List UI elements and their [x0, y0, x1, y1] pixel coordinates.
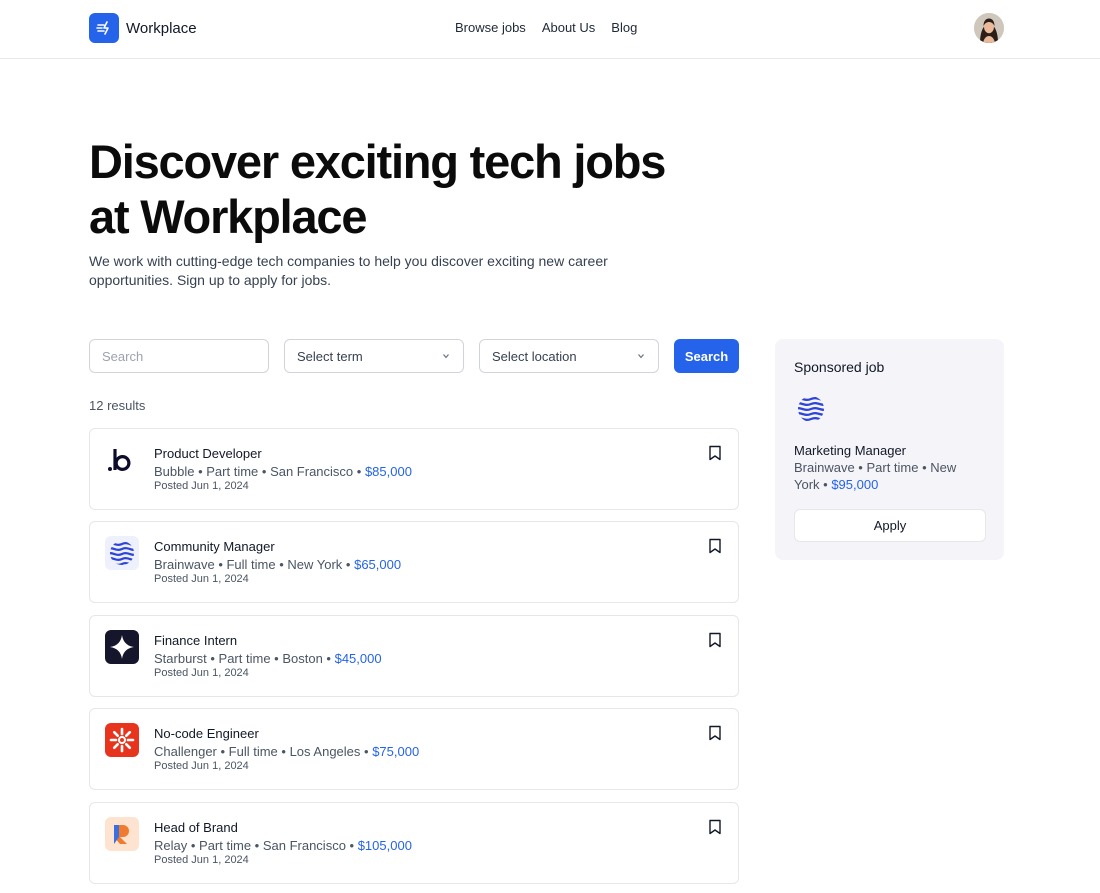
job-location: Los Angeles: [289, 744, 361, 759]
job-company: Brainwave: [154, 557, 215, 572]
search-input[interactable]: Search: [89, 339, 269, 373]
job-company: Relay: [154, 838, 188, 853]
job-term: Full time: [226, 557, 276, 572]
bookmark-icon[interactable]: [708, 725, 722, 741]
term-select[interactable]: Select term: [284, 339, 464, 373]
job-location: San Francisco: [270, 464, 354, 479]
bubble-logo-icon: [105, 443, 139, 477]
job-salary: $85,000: [364, 464, 412, 479]
search-button[interactable]: Search: [674, 339, 739, 373]
job-meta: Bubble • Part time • San Francisco • $85…: [154, 464, 412, 479]
job-posted-date: Posted Jun 1, 2024: [154, 760, 249, 772]
starburst-logo-icon: [105, 630, 139, 664]
chevron-down-icon: [638, 354, 644, 359]
brainwave-logo-icon: [794, 392, 828, 426]
job-title: Head of Brand: [154, 820, 238, 835]
job-location: Boston: [282, 651, 323, 666]
sponsored-job-card: Sponsored job Marketing Manager Brainwav…: [775, 339, 1004, 560]
sponsored-salary: $95,000: [831, 477, 879, 492]
location-select-label: Select location: [492, 348, 577, 364]
job-title: Finance Intern: [154, 633, 238, 648]
job-card[interactable]: Finance Intern Starburst • Part time • B…: [89, 615, 739, 697]
job-title: No-code Engineer: [154, 726, 259, 741]
job-location: New York: [287, 557, 343, 572]
user-avatar[interactable]: [974, 13, 1004, 43]
job-title: Community Manager: [154, 539, 275, 554]
bookmark-icon[interactable]: [708, 632, 722, 648]
term-select-label: Select term: [297, 348, 363, 364]
nav-about-us[interactable]: About Us: [542, 20, 595, 35]
job-meta: Brainwave • Full time • New York • $65,0…: [154, 557, 402, 572]
job-term: Full time: [228, 744, 278, 759]
page-subtitle: We work with cutting-edge tech companies…: [89, 252, 669, 290]
main-nav: Browse jobs About Us Blog: [455, 20, 637, 35]
job-meta: Relay • Part time • San Francisco • $105…: [154, 838, 412, 853]
page-title: Discover exciting tech jobs at Workplace: [89, 134, 709, 244]
bookmark-icon[interactable]: [708, 538, 722, 554]
results-count: 12 results: [89, 398, 146, 413]
page-subtitle-line-2: opportunities. Sign up to apply for jobs…: [89, 272, 332, 288]
job-card[interactable]: Product Developer Bubble • Part time • S…: [89, 428, 739, 510]
challenger-logo-icon: [105, 723, 139, 757]
workplace-logo-icon: [89, 13, 119, 43]
job-posted-date: Posted Jun 1, 2024: [154, 667, 249, 679]
job-meta: Starburst • Part time • Boston • $45,000: [154, 651, 382, 666]
nav-browse-jobs[interactable]: Browse jobs: [455, 20, 526, 35]
job-term: Part time: [199, 838, 252, 853]
sponsored-job-title: Marketing Manager: [794, 443, 906, 458]
brand-name: Workplace: [126, 19, 197, 37]
job-posted-date: Posted Jun 1, 2024: [154, 854, 249, 866]
job-title: Product Developer: [154, 446, 262, 461]
job-meta: Challenger • Full time • Los Angeles • $…: [154, 744, 420, 759]
sponsored-heading: Sponsored job: [794, 359, 885, 375]
job-posted-date: Posted Jun 1, 2024: [154, 480, 249, 492]
job-card[interactable]: Community Manager Brainwave • Full time …: [89, 521, 739, 603]
nav-blog[interactable]: Blog: [611, 20, 637, 35]
job-company: Starburst: [154, 651, 207, 666]
location-select[interactable]: Select location: [479, 339, 659, 373]
top-nav-bar: Workplace Browse jobs About Us Blog: [0, 0, 1100, 59]
sponsored-job-meta: Brainwave • Part time • New York • $95,0…: [794, 459, 984, 493]
brainwave-logo-icon: [105, 536, 139, 570]
job-company: Bubble: [154, 464, 195, 479]
job-salary: $75,000: [372, 744, 420, 759]
bookmark-icon[interactable]: [708, 819, 722, 835]
relay-logo-icon: [105, 817, 139, 851]
job-card[interactable]: No-code Engineer Challenger • Full time …: [89, 708, 739, 790]
bookmark-icon[interactable]: [708, 445, 722, 461]
job-salary: $65,000: [354, 557, 402, 572]
page-title-line-2: at Workplace: [89, 190, 367, 243]
job-posted-date: Posted Jun 1, 2024: [154, 573, 249, 585]
job-salary: $105,000: [357, 838, 412, 853]
page-subtitle-line-1: We work with cutting-edge tech companies…: [89, 253, 608, 269]
job-term: Part time: [206, 464, 259, 479]
brand[interactable]: Workplace: [89, 13, 197, 43]
job-card[interactable]: Head of Brand Relay • Part time • San Fr…: [89, 802, 739, 884]
page-title-line-1: Discover exciting tech jobs: [89, 135, 666, 188]
search-placeholder: Search: [102, 348, 144, 364]
job-location: San Francisco: [262, 838, 346, 853]
apply-button[interactable]: Apply: [794, 509, 986, 542]
job-term: Part time: [218, 651, 271, 666]
chevron-down-icon: [443, 354, 449, 359]
job-company: Challenger: [154, 744, 217, 759]
job-salary: $45,000: [334, 651, 382, 666]
